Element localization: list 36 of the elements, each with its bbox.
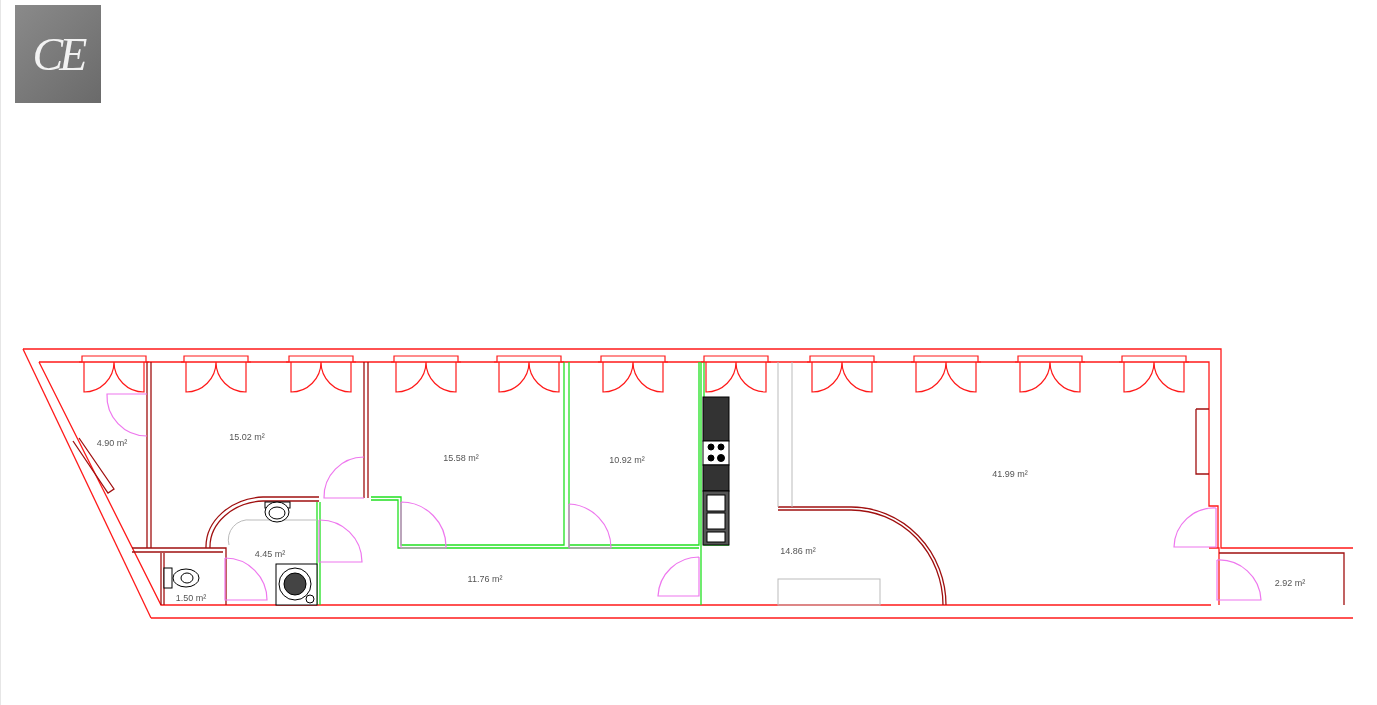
area-label: 15.02 m² (229, 432, 265, 442)
door-drawing (106, 393, 148, 437)
shower-drawing (275, 563, 318, 606)
door-drawing (1173, 507, 1217, 548)
area-label: 41.99 m² (992, 469, 1028, 479)
radiator-drawing (72, 437, 115, 494)
double-door-drawing (390, 355, 462, 393)
door-drawing (400, 501, 447, 549)
door-drawing (657, 556, 700, 597)
door-drawing (224, 557, 268, 601)
area-label: 10.92 m² (609, 455, 645, 465)
door-drawing (568, 503, 612, 549)
double-door-drawing (910, 355, 982, 393)
double-door-drawing (1118, 355, 1190, 393)
area-label: 14.86 m² (780, 546, 816, 556)
area-label: 11.76 m² (467, 574, 503, 584)
area-label: 1.50 m² (175, 593, 207, 603)
double-door-drawing (806, 355, 878, 393)
double-door-drawing (493, 355, 565, 393)
double-door-drawing (700, 355, 772, 393)
radiator-drawing (1195, 408, 1210, 475)
door-drawing (318, 519, 363, 563)
area-label: 4.45 m² (254, 549, 286, 559)
double-door-drawing (78, 355, 150, 393)
toilet-drawing (163, 567, 200, 589)
double-door-drawing (180, 355, 252, 393)
double-door-drawing (1014, 355, 1086, 393)
area-label: 4.90 m² (96, 438, 128, 448)
door-drawing (323, 456, 365, 499)
double-door-drawing (285, 355, 357, 393)
double-door-drawing (597, 355, 669, 393)
washbasin-drawing (264, 501, 291, 523)
area-label: 15.58 m² (443, 453, 479, 463)
logo: CE (15, 5, 101, 103)
area-label: 2.92 m² (1274, 578, 1306, 588)
door-drawing (1216, 559, 1262, 601)
